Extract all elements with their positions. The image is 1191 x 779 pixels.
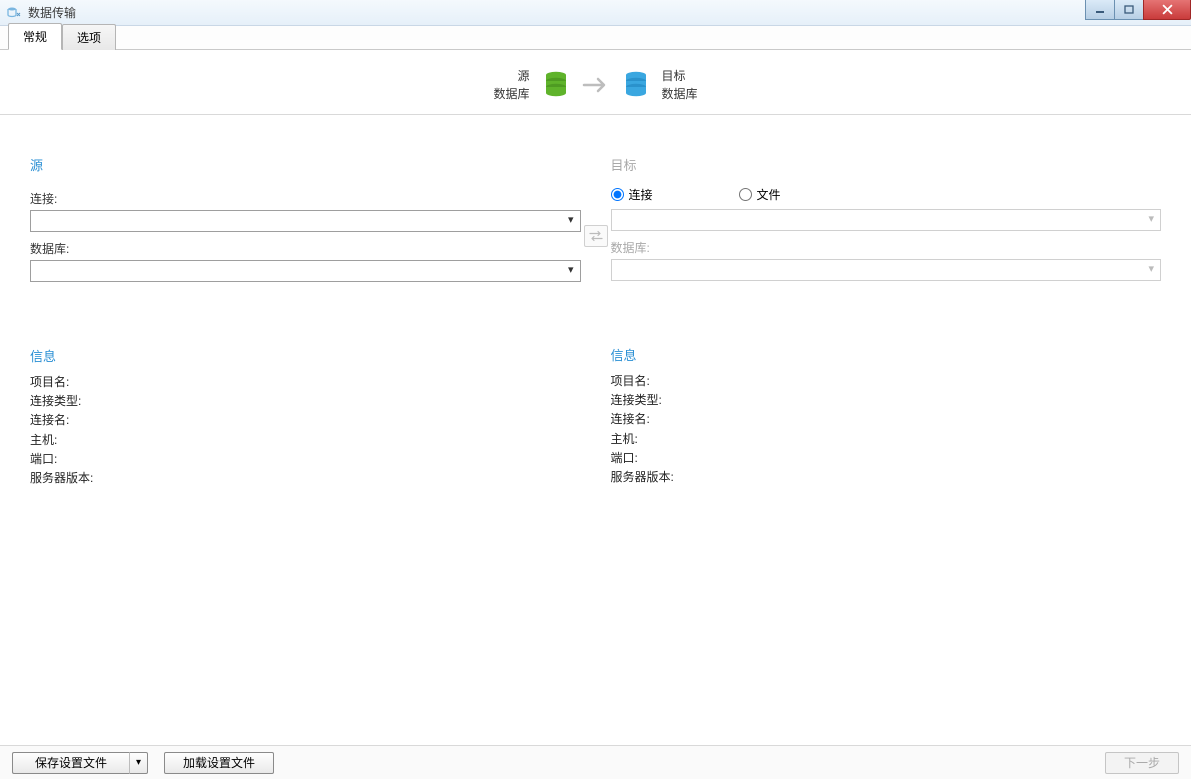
save-profile-button[interactable]: 保存设置文件 [12,752,130,774]
source-info-block: 信息 项目名: 连接类型: 连接名: 主机: 端口: 服务器版本: [30,346,581,488]
source-column: 源 连接: 数据库: 信息 项目名: 连接类型: 连接名: 主机: 端口: 服务… [30,155,581,735]
target-section-title: 目标 [611,155,1162,174]
app-icon [6,5,22,21]
source-info-conn-name: 连接名: [30,411,581,430]
footer: 保存设置文件 ▾ 加载设置文件 下一步 [0,745,1191,779]
target-info-conn-name: 连接名: [611,410,1162,429]
source-section-title: 源 [30,155,581,174]
save-profile-dropdown[interactable]: ▾ [130,752,148,774]
source-info-project: 项目名: [30,373,581,392]
source-database-combo[interactable] [30,260,581,282]
save-profile-split-button: 保存设置文件 ▾ [12,752,148,774]
target-info-conn-type: 连接类型: [611,391,1162,410]
target-database-combo[interactable] [611,259,1162,281]
next-button[interactable]: 下一步 [1105,752,1179,774]
target-info-host: 主机: [611,430,1162,449]
target-radio-connection-label: 连接 [629,186,653,203]
target-radio-file-input[interactable] [739,188,752,201]
window-title: 数据传输 [28,4,76,21]
content-area: 源 连接: 数据库: 信息 项目名: 连接类型: 连接名: 主机: 端口: 服务… [0,115,1191,745]
target-radio-file[interactable]: 文件 [739,186,781,203]
tab-general[interactable]: 常规 [8,23,62,50]
source-connection-combo[interactable] [30,210,581,232]
target-type-radio-row: 连接 文件 [611,186,1162,203]
target-database-icon [624,71,648,99]
target-info-project: 项目名: [611,372,1162,391]
maximize-button[interactable] [1114,0,1144,20]
titlebar: 数据传输 [0,0,1191,26]
diagram-target-labels: 目标 数据库 [662,67,698,103]
diagram-source-labels: 源 数据库 [493,67,529,103]
target-radio-connection-input[interactable] [611,188,624,201]
target-info-server-version: 服务器版本: [611,468,1162,487]
diagram-target-sub: 数据库 [662,85,698,103]
source-info-title: 信息 [30,346,581,365]
diagram-source-sub: 数据库 [493,85,529,103]
tab-row: 常规 选项 [0,26,1191,50]
tab-options[interactable]: 选项 [62,24,116,50]
source-info-port: 端口: [30,450,581,469]
source-database-label: 数据库: [30,240,581,257]
diagram-target-title: 目标 [662,67,686,85]
target-database-label: 数据库: [611,239,1162,256]
source-info-server-version: 服务器版本: [30,469,581,488]
target-connection-combo[interactable] [611,209,1162,231]
source-database-icon [544,71,568,99]
close-button[interactable] [1143,0,1191,20]
diagram-area: 源 数据库 目标 数据库 [0,50,1191,115]
target-info-block: 信息 项目名: 连接类型: 连接名: 主机: 端口: 服务器版本: [611,345,1162,487]
diagram-source-title: 源 [517,67,529,85]
window-controls [1085,0,1191,20]
arrow-right-icon [582,76,610,94]
minimize-button[interactable] [1085,0,1115,20]
target-column: 目标 连接 文件 数据库: 信息 项目名: 连接类型: 连接名: 主机: 端口:… [611,155,1162,735]
target-radio-connection[interactable]: 连接 [611,186,653,203]
target-radio-file-label: 文件 [757,186,781,203]
source-info-conn-type: 连接类型: [30,392,581,411]
target-info-title: 信息 [611,345,1162,364]
swap-button[interactable] [584,225,608,247]
target-info-port: 端口: [611,449,1162,468]
source-connection-label: 连接: [30,190,581,207]
source-info-host: 主机: [30,431,581,450]
load-profile-button[interactable]: 加载设置文件 [164,752,274,774]
